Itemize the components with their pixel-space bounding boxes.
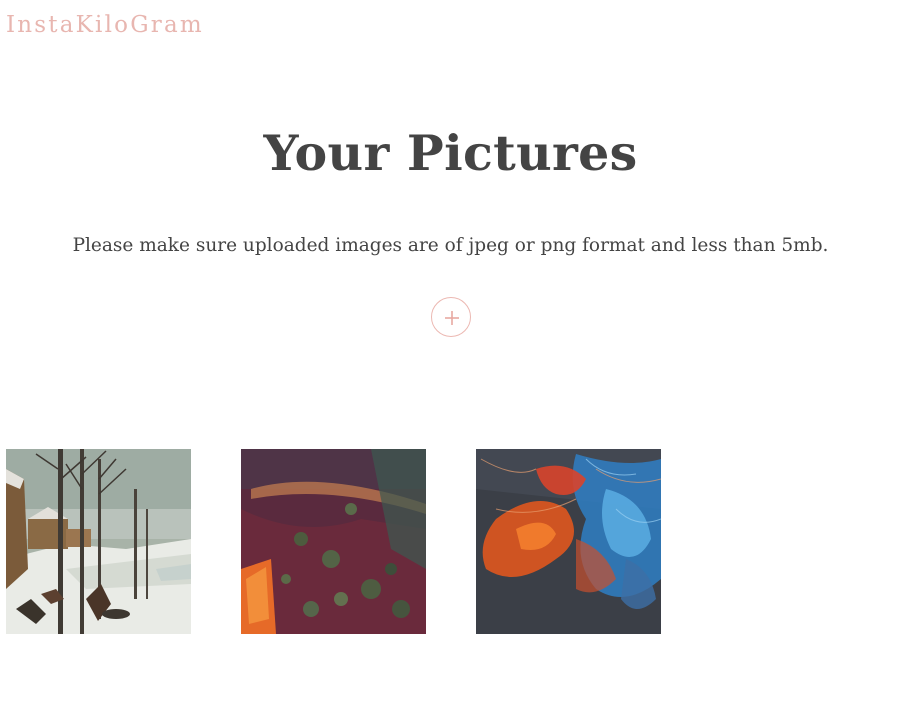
gallery-image-red-abstract[interactable] (241, 449, 426, 634)
red-abstract-image (241, 449, 426, 634)
upload-instructions: Please make sure uploaded images are of … (72, 235, 829, 256)
gallery-image-color-smoke[interactable] (476, 449, 661, 634)
color-smoke-image (476, 449, 661, 634)
page-title: Your Pictures (263, 124, 638, 182)
gallery-image-winter-landscape[interactable] (6, 449, 191, 634)
winter-landscape-image (6, 449, 191, 634)
upload-button[interactable] (431, 297, 471, 337)
plus-icon (445, 311, 459, 325)
brand-logo[interactable]: InstaKiloGram (6, 12, 204, 38)
